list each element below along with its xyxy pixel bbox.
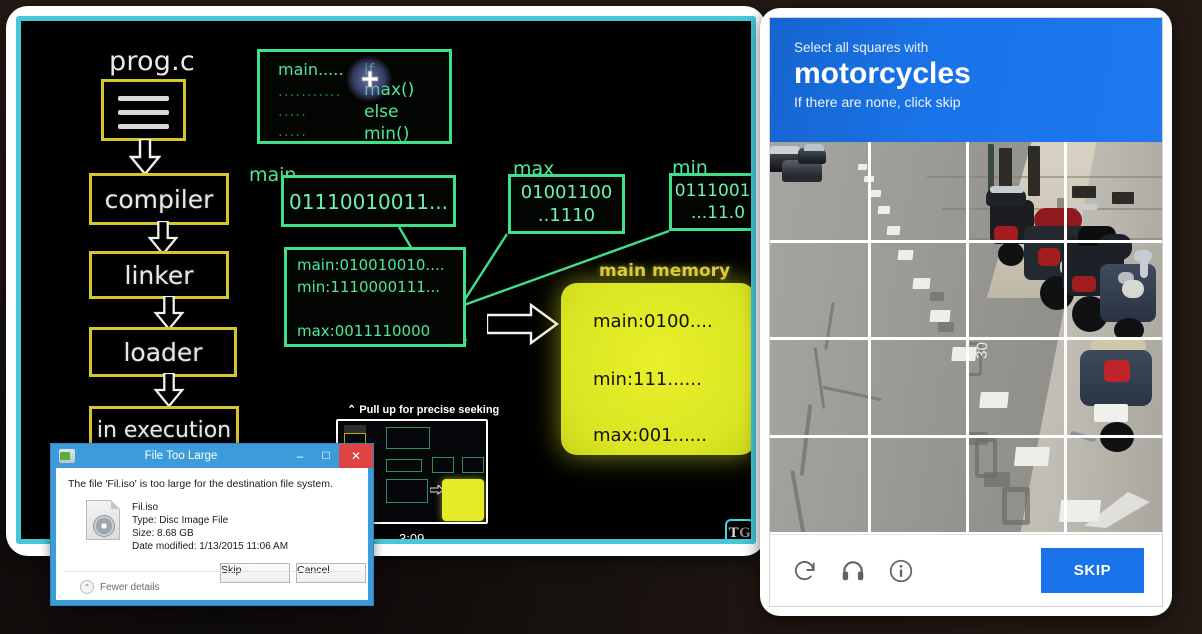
captcha-cell-16[interactable] [1064,435,1162,533]
captcha-prompt-line1: Select all squares with [794,40,929,55]
captcha-cell-9[interactable] [770,337,868,435]
captcha-image-grid[interactable]: 30 [770,142,1162,532]
cancel-button[interactable]: Cancel [296,563,366,583]
seek-hint-label: Pull up for precise seeking [359,404,500,416]
main-memory-box: main:0100.... min:111...... max:001.....… [561,283,751,455]
mini-linked [386,479,428,503]
fewer-details-toggle[interactable]: ⌃ Fewer details [80,580,159,594]
memory-line-main: main:0100.... [593,311,713,332]
mini-memory [442,479,484,521]
captcha-cell-3[interactable] [966,142,1064,240]
captcha-skip-button[interactable]: SKIP [1041,548,1144,593]
dialog-body: The file 'Fil.iso' is too large for the … [56,468,368,600]
captcha-header: Select all squares with motorcycles If t… [770,18,1162,142]
screen-root: prog.c compiler linker loader in executi… [0,0,1202,634]
linked-line-main: main:010010010.... [297,256,445,274]
file-name: Fil.iso [132,502,159,513]
mini-max-bin [432,457,454,473]
tg-watermark-badge: TG [725,519,752,541]
linked-line-max: max:0011110000 [297,322,431,340]
chevron-up-icon: ⌃ [347,404,357,416]
captcha-cell-14[interactable] [868,435,966,533]
captcha-cell-10[interactable] [868,337,966,435]
reload-icon[interactable] [788,554,822,588]
maximize-button[interactable]: ☐ [313,444,339,468]
watermark-t: T [728,524,740,541]
copy-icon [59,449,75,463]
captcha-cell-12[interactable] [1064,337,1162,435]
captcha-cell-2[interactable] [868,142,966,240]
captcha-cell-15[interactable] [966,435,1064,533]
captcha-cell-11[interactable] [966,337,1064,435]
watermark-g: G [739,524,752,541]
memory-line-min: min:111...... [593,369,702,390]
captcha-footer: SKIP [770,534,1162,606]
mini-arrow-icon [430,485,444,495]
minimize-button[interactable]: – [287,444,313,468]
close-button[interactable]: ✕ [339,444,373,468]
captcha-target-object: motorcycles [794,57,971,90]
file-modified: Date modified: 1/13/2015 11:06 AM [132,541,289,552]
file-type: Type: Disc Image File [132,515,229,526]
captcha-card[interactable]: Select all squares with motorcycles If t… [760,8,1172,616]
mini-min-bin [462,457,484,473]
captcha-cell-7[interactable] [966,240,1064,338]
dialog-title: File Too Large [144,450,218,462]
disc-icon [93,515,115,537]
captcha-cell-5[interactable] [770,240,868,338]
seek-hint-text: ⌃ Pull up for precise seeking [347,403,499,416]
dialog-titlebar[interactable]: File Too Large – ☐ ✕ [51,444,373,468]
file-too-large-dialog[interactable]: File Too Large – ☐ ✕ The file 'Fil.iso' … [50,443,374,606]
dialog-message: The file 'Fil.iso' is too large for the … [68,478,333,490]
dialog-divider [64,571,360,572]
mini-codebox [386,427,430,449]
linked-line-min: min:1110000111... [297,278,441,296]
label-main-memory: main memory [599,261,731,281]
captcha-cell-13[interactable] [770,435,868,533]
memory-line-max: max:001...... [593,425,707,446]
disc-image-file-icon [86,500,120,540]
captcha-prompt-line2: If there are none, click skip [794,93,961,110]
fewer-details-label: Fewer details [100,581,160,593]
info-icon[interactable] [884,554,918,588]
file-size: Size: 8.68 GB [132,528,194,539]
mini-main-bin [386,459,422,472]
linked-object-box: main:010010010.... min:1110000111... max… [284,247,466,347]
captcha-cell-6[interactable] [868,240,966,338]
captcha-cell-4[interactable] [1064,142,1162,240]
chevron-up-icon: ⌃ [80,580,94,594]
arrow-to-main-memory [487,303,559,345]
mini-title [344,425,366,433]
captcha-cell-8[interactable] [1064,240,1162,338]
captcha-inner: Select all squares with motorcycles If t… [769,17,1163,607]
skip-button[interactable]: Skip [220,563,290,583]
video-timestamp: 3:09 [399,531,425,544]
captcha-cell-1[interactable] [770,142,868,240]
headphones-icon[interactable] [836,554,870,588]
